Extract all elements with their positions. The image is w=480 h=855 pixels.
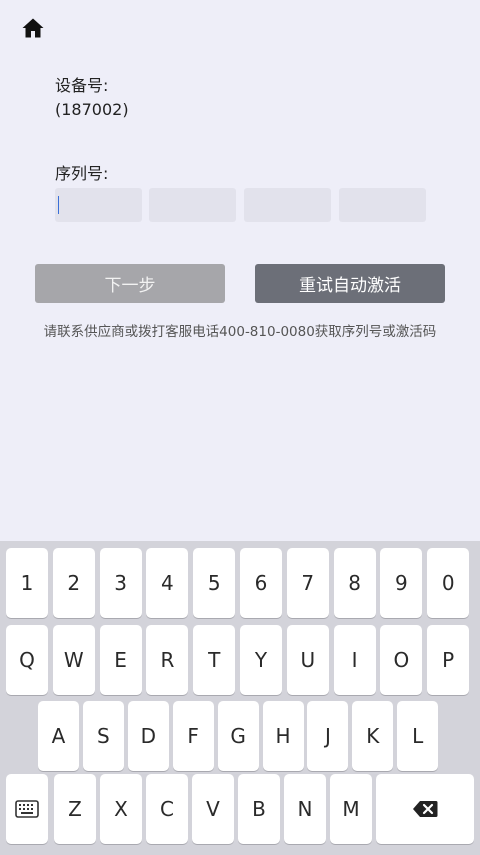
backspace-icon[interactable]: [376, 774, 474, 844]
key-a[interactable]: A: [38, 701, 79, 771]
serial-number-label: 序列号:: [55, 164, 109, 183]
serial-input-4[interactable]: [339, 188, 426, 222]
on-screen-keyboard: 1234567890 QWERTYUIOP ASDFGHJKL ZXCVBNM: [0, 541, 480, 855]
key-4[interactable]: 4: [146, 548, 189, 618]
key-y[interactable]: Y: [240, 625, 282, 695]
device-number-label: 设备号:: [55, 76, 109, 95]
key-t[interactable]: T: [193, 625, 236, 695]
home-icon[interactable]: [21, 16, 45, 40]
key-6[interactable]: 6: [240, 548, 282, 618]
text-caret: [58, 196, 59, 214]
key-d[interactable]: D: [127, 701, 169, 771]
contact-hint-text: 请联系供应商或拨打客服电话400-810-0080获取序列号或激活码: [43, 324, 437, 340]
key-f[interactable]: F: [172, 701, 214, 771]
key-h[interactable]: H: [262, 701, 304, 771]
key-s[interactable]: S: [82, 701, 124, 771]
key-9[interactable]: 9: [380, 548, 423, 618]
key-q[interactable]: Q: [6, 625, 48, 695]
device-number-value: (187002): [55, 100, 129, 119]
key-o[interactable]: O: [380, 625, 423, 695]
key-7[interactable]: 7: [286, 548, 329, 618]
serial-input-3[interactable]: [244, 188, 331, 222]
key-k[interactable]: K: [352, 701, 394, 771]
key-z[interactable]: Z: [54, 774, 96, 844]
serial-input-2[interactable]: [149, 188, 236, 222]
key-p[interactable]: P: [427, 625, 470, 695]
key-c[interactable]: C: [146, 774, 188, 844]
key-n[interactable]: N: [284, 774, 326, 844]
key-g[interactable]: G: [217, 701, 259, 771]
key-w[interactable]: W: [52, 625, 95, 695]
serial-input-1[interactable]: [55, 188, 142, 222]
key-b[interactable]: B: [238, 774, 280, 844]
key-x[interactable]: X: [100, 774, 142, 844]
keyboard-toggle-icon[interactable]: [6, 774, 48, 844]
key-u[interactable]: U: [286, 625, 329, 695]
key-2[interactable]: 2: [52, 548, 95, 618]
key-j[interactable]: J: [307, 701, 349, 771]
key-v[interactable]: V: [192, 774, 234, 844]
key-1[interactable]: 1: [6, 548, 48, 618]
key-0[interactable]: 0: [427, 548, 470, 618]
key-l[interactable]: L: [397, 701, 439, 771]
key-m[interactable]: M: [330, 774, 372, 844]
key-r[interactable]: R: [146, 625, 189, 695]
key-i[interactable]: I: [333, 625, 376, 695]
next-step-button[interactable]: 下一步: [35, 264, 225, 303]
key-5[interactable]: 5: [193, 548, 236, 618]
key-e[interactable]: E: [99, 625, 142, 695]
retry-auto-activate-button[interactable]: 重试自动激活: [255, 264, 445, 303]
key-8[interactable]: 8: [333, 548, 376, 618]
key-3[interactable]: 3: [99, 548, 142, 618]
